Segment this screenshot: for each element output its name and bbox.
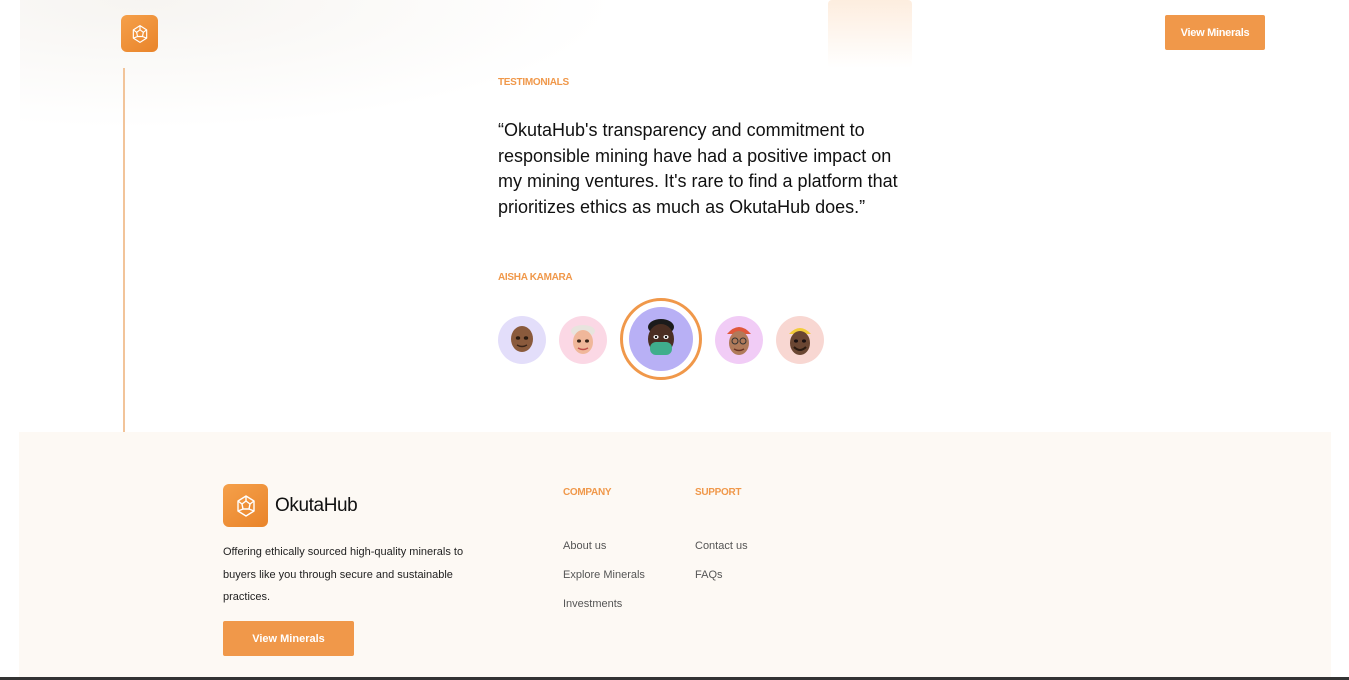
avatar-5[interactable]	[776, 316, 824, 364]
link-investments[interactable]: Investments	[563, 598, 622, 610]
footer-view-minerals-button[interactable]: View Minerals	[223, 621, 354, 656]
avatar-3-selected[interactable]	[629, 307, 693, 371]
link-faqs[interactable]: FAQs	[695, 569, 723, 581]
testimonial-quote: “OkutaHub's transparency and commitment …	[498, 120, 898, 217]
avatar-4[interactable]	[715, 316, 763, 364]
gem-icon	[236, 494, 255, 517]
gem-icon	[132, 24, 147, 43]
footer-brand-name: OkutaHub	[275, 495, 358, 516]
footer-description: Offering ethically sourced high-quality …	[223, 546, 464, 603]
header-logo[interactable]	[121, 15, 158, 52]
link-contact-us[interactable]: Contact us	[695, 540, 748, 552]
avatar-memoji-4	[727, 327, 751, 355]
footer	[19, 432, 1331, 680]
avatar-memoji-3-selected	[648, 319, 674, 355]
background-swoosh	[20, 0, 620, 130]
avatar-1[interactable]	[498, 316, 546, 364]
avatar-memoji-1	[511, 326, 533, 352]
avatar-memoji-2	[571, 325, 595, 354]
link-about-us[interactable]: About us	[563, 540, 606, 552]
section-label: TESTIMONIALS	[498, 77, 569, 88]
support-heading: SUPPORT	[695, 487, 742, 498]
company-heading: COMPANY	[563, 487, 612, 498]
link-explore-minerals[interactable]: Explore Minerals	[563, 569, 645, 581]
avatar-2[interactable]	[559, 316, 607, 364]
avatar-memoji-5	[789, 328, 811, 355]
view-minerals-button[interactable]: View Minerals	[1165, 15, 1265, 50]
footer-logo[interactable]	[223, 484, 268, 527]
testimonial-author: AISHA KAMARA	[498, 272, 573, 283]
quote-mark-decoration	[828, 0, 912, 68]
